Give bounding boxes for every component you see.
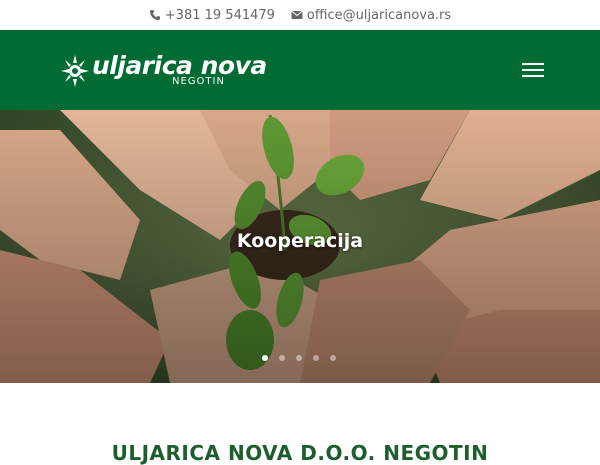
slider-dot-4[interactable] (313, 355, 319, 361)
envelope-icon (291, 10, 303, 19)
hamburger-menu-icon[interactable] (519, 59, 547, 81)
slide-title: Kooperacija (236, 230, 364, 252)
slider-dot-3[interactable] (296, 355, 302, 361)
phone-icon (149, 10, 160, 20)
logo-brand-text: uljarica nova (92, 51, 267, 80)
email-address[interactable]: office@uljaricanova.rs (307, 8, 451, 23)
slider-dot-1[interactable] (262, 355, 268, 361)
site-header: uljarica nova NEGOTIN (0, 30, 600, 110)
phone-contact[interactable]: +381 19 541479 (149, 8, 275, 23)
hero-slider[interactable]: Kooperacija (0, 110, 600, 383)
menu-bar-bottom (522, 75, 544, 77)
slider-pagination (262, 355, 336, 361)
sunflower-logo-icon (61, 55, 89, 87)
top-info-bar: +381 19 541479 office@uljaricanova.rs (0, 0, 600, 30)
slider-dot-5[interactable] (330, 355, 336, 361)
email-contact[interactable]: office@uljaricanova.rs (291, 8, 451, 23)
site-logo[interactable]: uljarica nova NEGOTIN (60, 50, 267, 92)
slider-dot-2[interactable] (279, 355, 285, 361)
menu-bar-top (522, 63, 544, 65)
phone-number[interactable]: +381 19 541479 (165, 8, 275, 23)
logo-wordmark: uljarica nova NEGOTIN (92, 51, 267, 91)
menu-bar-middle (522, 69, 544, 71)
logo-subtitle-text: NEGOTIN (172, 76, 225, 87)
section-heading: ULJARICA NOVA D.O.O. NEGOTIN (111, 441, 489, 465)
